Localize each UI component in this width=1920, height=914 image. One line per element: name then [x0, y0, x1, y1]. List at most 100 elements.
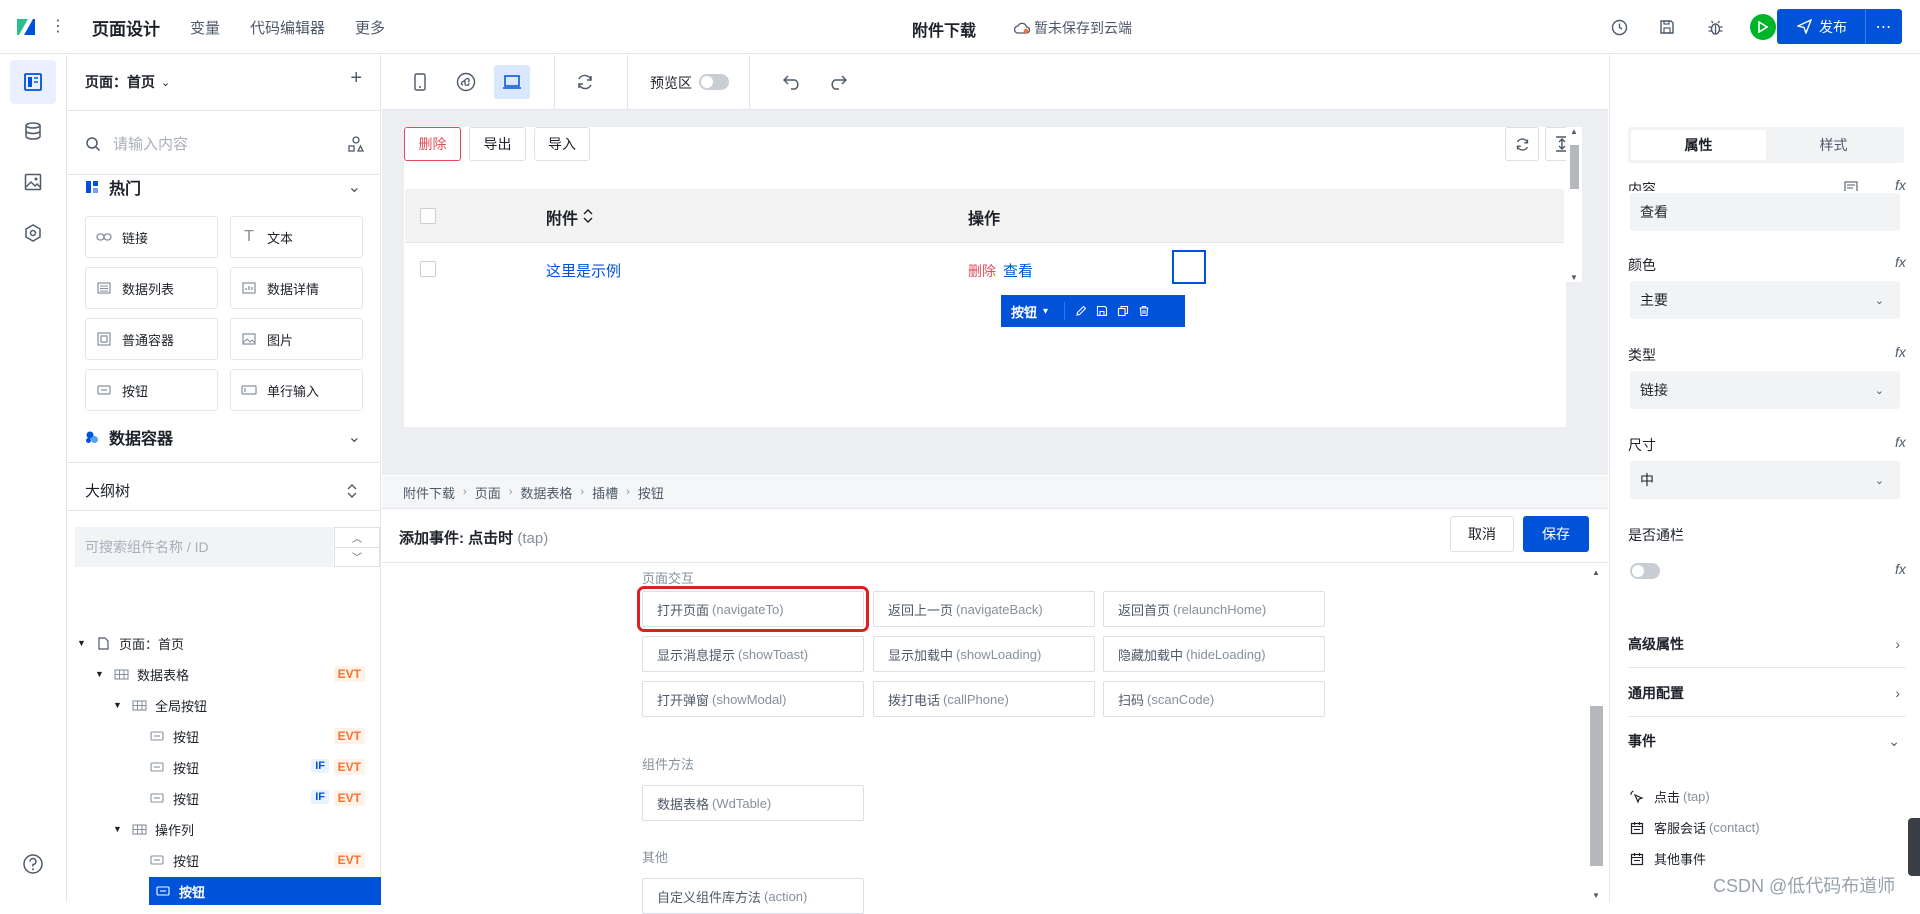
- breadcrumb-item[interactable]: 页面: [475, 483, 501, 502]
- scroll-down-icon[interactable]: ▼: [1592, 891, 1600, 900]
- caret-down-icon[interactable]: ▼: [95, 669, 105, 679]
- copy-icon[interactable]: [1117, 305, 1129, 317]
- select-all-checkbox[interactable]: [420, 208, 436, 224]
- action-show-modal[interactable]: 打开弹窗 (showModal): [642, 681, 864, 717]
- fx-icon[interactable]: fx: [1895, 254, 1906, 270]
- table-refresh-button[interactable]: [1505, 127, 1539, 161]
- data-binding-icon[interactable]: [1844, 181, 1858, 191]
- save-button[interactable]: 保存: [1523, 516, 1589, 552]
- debug-bug-icon[interactable]: [1702, 14, 1728, 40]
- tree-node-button[interactable]: 按钮 EVT: [149, 846, 373, 874]
- nav-code-editor[interactable]: 代码编辑器: [250, 17, 325, 38]
- import-button[interactable]: 导入: [534, 127, 590, 161]
- color-select[interactable]: 主要 ⌄: [1630, 281, 1900, 319]
- redo-button[interactable]: [820, 65, 856, 99]
- next-match-button[interactable]: ﹀: [335, 548, 379, 567]
- shapes-icon[interactable]: [347, 135, 365, 153]
- section-common-config[interactable]: 通用配置 ›: [1628, 669, 1906, 717]
- breadcrumb-item[interactable]: 附件下载: [403, 483, 455, 502]
- tree-node-page[interactable]: ▼ 页面：首页: [77, 629, 373, 657]
- component-search-input[interactable]: [113, 135, 333, 153]
- scroll-up-icon[interactable]: ▲: [1570, 127, 1578, 136]
- action-wd-table[interactable]: 数据表格 (WdTable): [642, 785, 864, 821]
- section-advanced[interactable]: 高级属性 ›: [1628, 620, 1906, 668]
- fx-icon[interactable]: fx: [1895, 177, 1906, 191]
- export-button[interactable]: 导出: [469, 127, 526, 161]
- action-call-phone[interactable]: 拨打电话 (callPhone): [873, 681, 1095, 717]
- component-input[interactable]: 单行输入: [230, 369, 363, 411]
- action-hide-loading[interactable]: 隐藏加载中 (hideLoading): [1103, 636, 1325, 672]
- category-hot[interactable]: 热门 ⌄: [85, 175, 365, 199]
- rail-help-button[interactable]: [10, 842, 56, 886]
- run-play-button[interactable]: [1750, 14, 1776, 40]
- action-show-toast[interactable]: 显示消息提示 (showToast): [642, 636, 864, 672]
- rail-media-button[interactable]: [10, 160, 56, 204]
- action-custom-component[interactable]: 自定义组件库方法 (action): [642, 878, 864, 914]
- action-scan-code[interactable]: 扫码 (scanCode): [1103, 681, 1325, 717]
- table-scrollbar[interactable]: ▲ ▼: [1566, 127, 1582, 282]
- tree-node-button[interactable]: 按钮 IF EVT: [149, 784, 373, 812]
- caret-down-icon[interactable]: ▼: [113, 824, 123, 834]
- row-delete-link[interactable]: 删除: [968, 261, 996, 281]
- breadcrumb-item[interactable]: 插槽: [592, 483, 618, 502]
- prev-match-button[interactable]: ︿: [335, 528, 379, 548]
- action-navigate-back[interactable]: 返回上一页 (navigateBack): [873, 591, 1095, 627]
- preview-toggle[interactable]: [699, 74, 729, 90]
- edit-icon[interactable]: [1075, 305, 1087, 317]
- component-link[interactable]: 链接: [85, 216, 218, 258]
- save-icon[interactable]: [1096, 305, 1108, 317]
- app-menu-icon[interactable]: ⋮: [50, 17, 66, 37]
- component-data-detail[interactable]: 数据详情: [230, 267, 363, 309]
- save-icon[interactable]: [1654, 14, 1680, 40]
- sort-icon[interactable]: [583, 209, 593, 223]
- page-selector[interactable]: 页面：首页 ⌄: [85, 72, 170, 92]
- outline-search-input[interactable]: 可搜索组件名称 / ID: [75, 527, 333, 567]
- tree-node-global-buttons[interactable]: ▼ 全局按钮: [113, 691, 373, 719]
- tab-properties[interactable]: 属性: [1631, 130, 1766, 160]
- publish-main[interactable]: 发布: [1777, 17, 1865, 37]
- event-panel-scrollbar[interactable]: ▲ ▼: [1587, 564, 1605, 902]
- fx-icon[interactable]: fx: [1895, 434, 1906, 450]
- tree-node-button-selected[interactable]: 按钮: [149, 877, 381, 905]
- component-container[interactable]: 普通容器: [85, 318, 218, 360]
- row-view-link[interactable]: 查看: [1003, 260, 1033, 281]
- refresh-button[interactable]: [567, 65, 603, 99]
- tree-node-button[interactable]: 按钮 EVT: [149, 722, 373, 750]
- fx-icon[interactable]: fx: [1895, 344, 1906, 360]
- delete-button[interactable]: 删除: [404, 127, 461, 161]
- size-select[interactable]: 中 ⌄: [1630, 461, 1900, 499]
- publish-button[interactable]: 发布 ⋯: [1777, 9, 1902, 44]
- nav-variables[interactable]: 变量: [190, 17, 220, 38]
- delete-icon[interactable]: [1138, 305, 1150, 317]
- caret-down-icon[interactable]: ▼: [113, 700, 123, 710]
- rail-components-button[interactable]: [10, 60, 56, 104]
- tab-style[interactable]: 样式: [1766, 130, 1901, 160]
- action-show-loading[interactable]: 显示加载中 (showLoading): [873, 636, 1095, 672]
- nav-page-design[interactable]: 页面设计: [92, 15, 160, 40]
- cancel-button[interactable]: 取消: [1450, 516, 1514, 552]
- scrollbar-thumb[interactable]: [1590, 706, 1603, 866]
- edge-widget[interactable]: [1908, 818, 1920, 876]
- action-relaunch-home[interactable]: 返回首页 (relaunchHome): [1103, 591, 1325, 627]
- component-image[interactable]: 图片: [230, 318, 363, 360]
- fx-icon[interactable]: fx: [1895, 561, 1906, 577]
- row-checkbox[interactable]: [420, 261, 436, 277]
- app-logo-icon[interactable]: [14, 15, 38, 39]
- nav-more[interactable]: 更多: [355, 17, 385, 38]
- scroll-down-icon[interactable]: ▼: [1570, 273, 1578, 282]
- publish-more-button[interactable]: ⋯: [1866, 17, 1902, 37]
- device-desktop-button[interactable]: [494, 65, 530, 99]
- device-miniprogram-button[interactable]: [448, 65, 484, 99]
- data-table-component[interactable]: 删除 导出 导入 附件 操作 这里是示例 删除 查看 按钮 ▾: [404, 127, 1579, 427]
- action-navigate-to[interactable]: 打开页面 (navigateTo): [637, 586, 869, 632]
- caret-down-icon[interactable]: ▼: [77, 638, 87, 648]
- rail-database-button[interactable]: [10, 109, 56, 153]
- tree-node-data-table[interactable]: ▼ 数据表格 EVT: [95, 660, 373, 688]
- add-page-icon[interactable]: +: [350, 67, 362, 90]
- breadcrumb-item[interactable]: 按钮: [638, 483, 664, 502]
- component-data-list[interactable]: 数据列表: [85, 267, 218, 309]
- type-select[interactable]: 链接 ⌄: [1630, 371, 1900, 409]
- expand-collapse-icon[interactable]: [347, 483, 357, 498]
- row-attachment-link[interactable]: 这里是示例: [546, 260, 621, 281]
- event-contact[interactable]: 客服会话 (contact): [1630, 818, 1760, 837]
